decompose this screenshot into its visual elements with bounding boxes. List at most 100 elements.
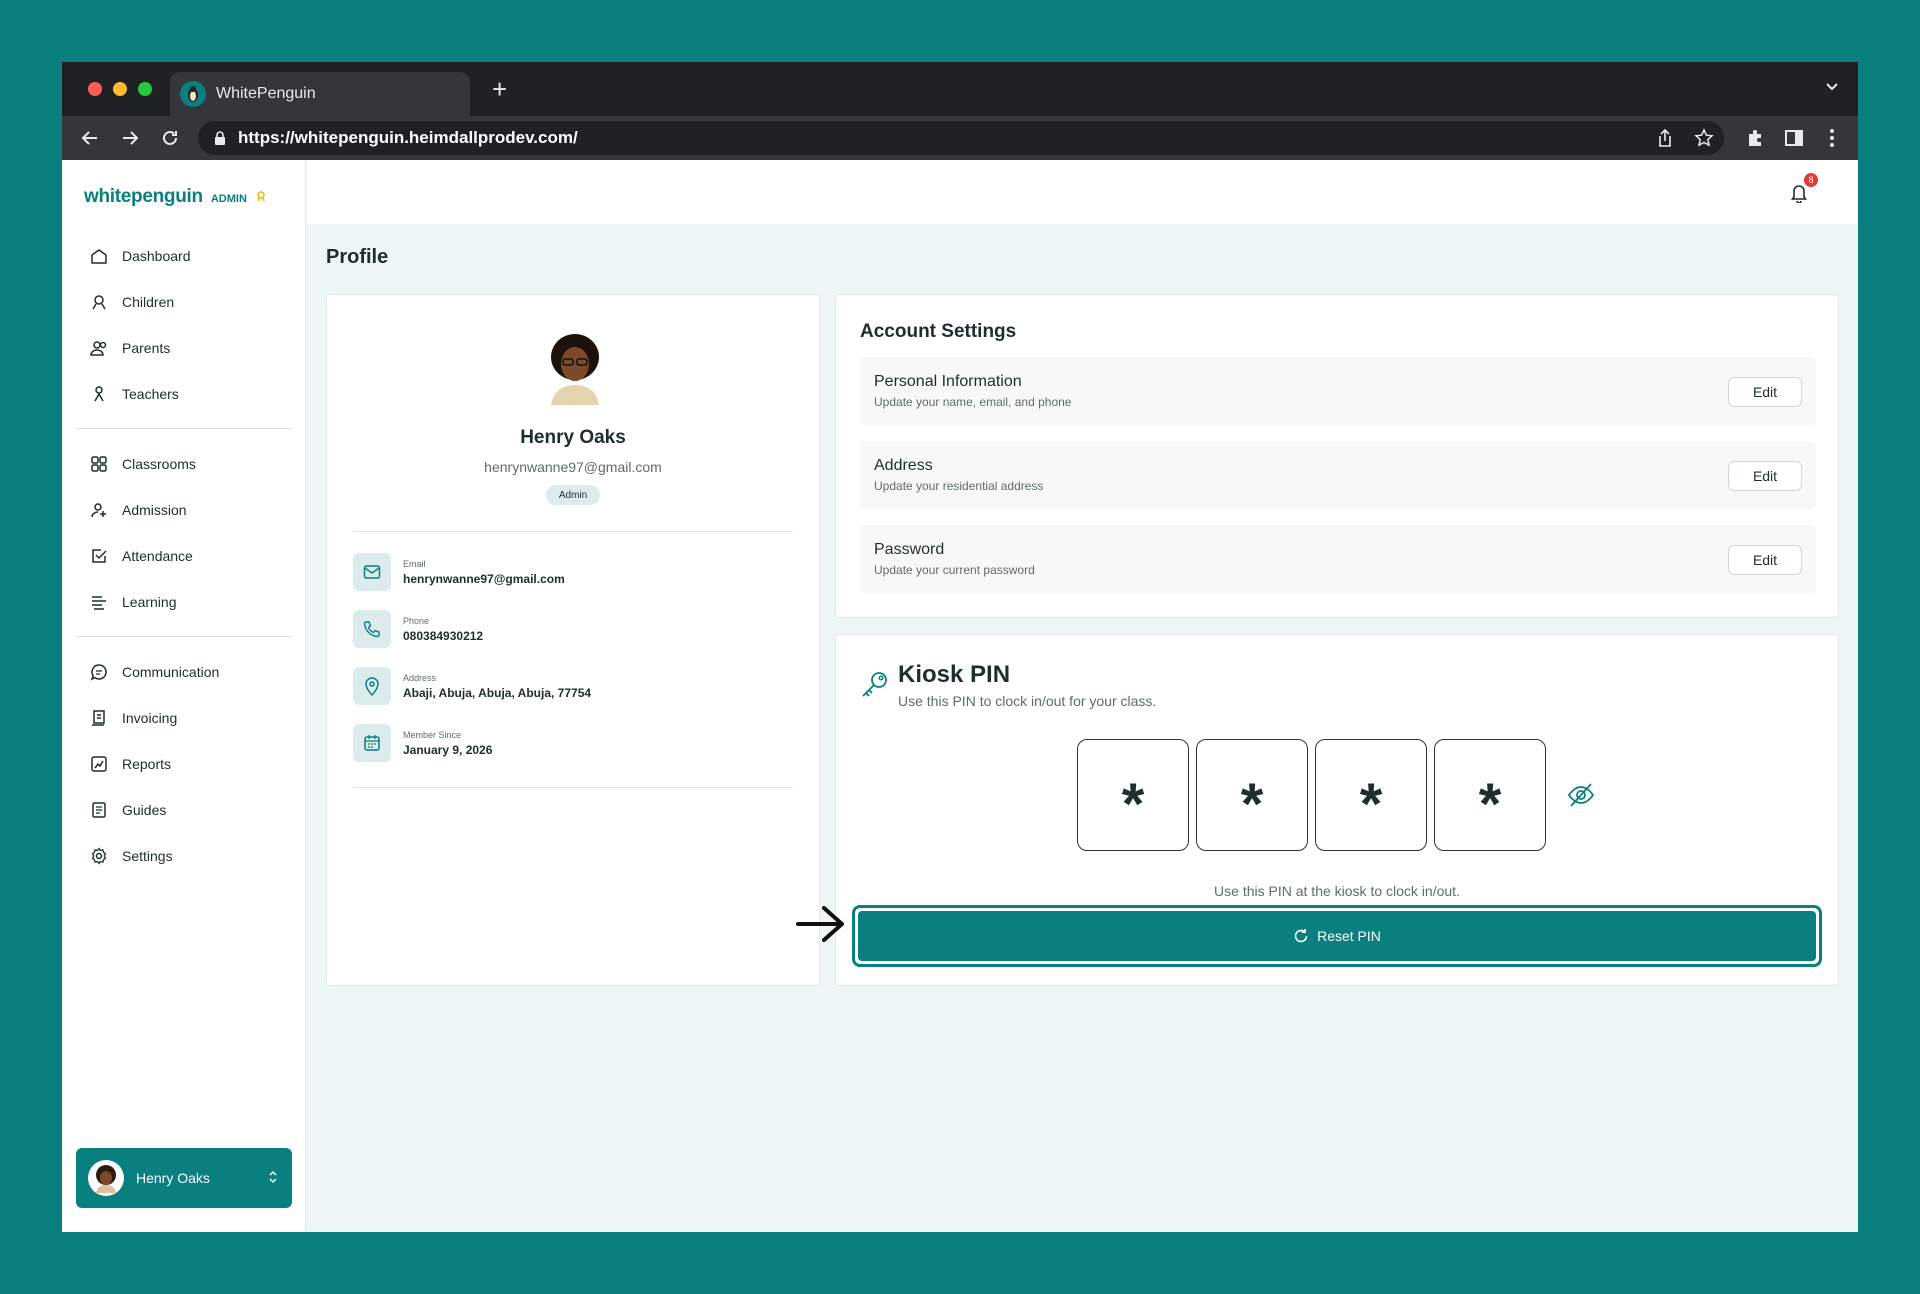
admin-badge-icon	[257, 191, 265, 202]
sidebar-item-label: Children	[122, 294, 175, 310]
sidebar-item-label: Dashboard	[122, 248, 191, 264]
dashboard-icon	[91, 249, 107, 264]
setting-row-title: Password	[874, 541, 945, 558]
communication-icon	[90, 664, 107, 681]
pin-digit-3[interactable]: *	[1315, 739, 1427, 851]
info-value: henrynwanne97@gmail.com	[403, 571, 565, 586]
side-panel-icon[interactable]	[1780, 124, 1808, 152]
profile-card: Henry Oaks henrynwanne97@gmail.com Admin…	[326, 294, 820, 986]
extensions-puzzle-icon[interactable]	[1742, 124, 1770, 152]
tab-bar: WhitePenguin +	[62, 62, 1858, 116]
invoicing-icon	[92, 710, 105, 726]
sidebar-item-attendance[interactable]: Attendance	[90, 542, 193, 570]
setting-row-title: Personal Information	[874, 373, 1022, 390]
sidebar-item-teachers[interactable]: Teachers	[90, 380, 179, 408]
profile-avatar	[545, 333, 605, 405]
info-label: Email	[403, 558, 426, 569]
edit-address-button[interactable]: Edit	[1728, 461, 1802, 491]
setting-row-password: Password Update your current password Ed…	[860, 525, 1816, 593]
info-member-since: Member Since January 9, 2026	[353, 724, 492, 762]
pin-note: Use this PIN at the kiosk to clock in/ou…	[1214, 883, 1460, 899]
window-controls	[88, 82, 152, 96]
minimize-window-button[interactable]	[113, 82, 127, 96]
settings-icon	[91, 847, 107, 865]
sidebar-item-communication[interactable]: Communication	[90, 658, 219, 686]
eye-off-icon[interactable]	[1566, 780, 1596, 815]
sidebar-item-settings[interactable]: Settings	[90, 842, 173, 870]
info-label: Address	[403, 672, 437, 683]
close-window-button[interactable]	[88, 82, 102, 96]
sidebar-item-label: Classrooms	[122, 456, 196, 472]
parents-icon	[90, 341, 107, 356]
sidebar-item-dashboard[interactable]: Dashboard	[90, 242, 191, 270]
sidebar-item-children[interactable]: Children	[90, 288, 174, 316]
sidebar-item-learning[interactable]: Learning	[90, 588, 177, 616]
user-switcher[interactable]: Henry Oaks	[76, 1148, 292, 1208]
sidebar-divider	[76, 636, 292, 637]
sidebar-item-label: Admission	[122, 502, 187, 518]
classrooms-icon	[91, 456, 107, 472]
forward-arrow-icon[interactable]	[116, 124, 144, 152]
attendance-icon	[92, 549, 107, 563]
phone-icon	[353, 610, 391, 648]
more-menu-icon[interactable]	[1818, 124, 1846, 152]
brand[interactable]: whitepenguin ADMIN	[84, 186, 267, 208]
pin-digit-2[interactable]: *	[1196, 739, 1308, 851]
sidebar-item-label: Settings	[122, 848, 173, 864]
address-bar[interactable]: https://whitepenguin.heimdallprodev.com/	[198, 121, 1724, 155]
edit-password-button[interactable]: Edit	[1728, 545, 1802, 575]
info-value: 080384930212	[403, 628, 484, 643]
reset-pin-button[interactable]: Reset PIN	[858, 911, 1816, 961]
browser-window: WhitePenguin + https://whitepenguin.heim…	[62, 62, 1858, 1232]
tab-search-chevron-icon[interactable]	[1824, 78, 1840, 99]
bookmark-star-icon[interactable]	[1694, 128, 1714, 153]
kiosk-pin-subtitle: Use this PIN to clock in/out for your cl…	[898, 693, 1157, 709]
notifications-button[interactable]: 8	[1786, 173, 1818, 206]
reload-icon[interactable]	[156, 124, 184, 152]
sidebar-item-admission[interactable]: Admission	[90, 496, 187, 524]
account-settings-card: Account Settings Personal Information Up…	[835, 294, 1839, 618]
edit-personal-information-button[interactable]: Edit	[1728, 377, 1802, 407]
info-label: Phone	[403, 615, 430, 626]
info-email: Email henrynwanne97@gmail.com	[353, 553, 565, 591]
browser-tab[interactable]: WhitePenguin	[170, 72, 470, 116]
setting-row-subtitle: Update your residential address	[874, 479, 1044, 493]
pointer-arrow-icon	[796, 906, 844, 942]
reports-icon	[91, 756, 107, 772]
avatar	[88, 1160, 124, 1196]
location-pin-icon	[353, 667, 391, 705]
browser-toolbar: https://whitepenguin.heimdallprodev.com/	[62, 116, 1858, 160]
account-settings-title: Account Settings	[860, 321, 1017, 342]
favicon-icon	[180, 81, 206, 107]
sidebar-item-reports[interactable]: Reports	[90, 750, 171, 778]
sidebar-item-label: Invoicing	[122, 710, 178, 726]
guides-icon	[92, 802, 106, 818]
back-arrow-icon[interactable]	[76, 124, 104, 152]
sidebar-item-parents[interactable]: Parents	[90, 334, 170, 362]
sidebar-item-guides[interactable]: Guides	[90, 796, 166, 824]
profile-divider	[353, 531, 793, 532]
pin-digit-4[interactable]: *	[1434, 739, 1546, 851]
sidebar-item-label: Communication	[122, 664, 220, 680]
share-icon[interactable]	[1656, 128, 1674, 153]
key-icon	[860, 669, 890, 704]
lock-icon	[215, 131, 225, 145]
page-title: Profile	[326, 246, 389, 268]
pin-digit-1[interactable]: *	[1077, 739, 1189, 851]
sidebar-item-classrooms[interactable]: Classrooms	[90, 450, 196, 478]
refresh-icon	[1294, 929, 1308, 943]
sidebar-item-label: Teachers	[122, 386, 179, 402]
sidebar-item-label: Reports	[122, 756, 172, 772]
reset-pin-focus-ring: Reset PIN	[852, 905, 1822, 967]
info-value: Abaji, Abuja, Abuja, Abuja, 77754	[403, 685, 592, 700]
kiosk-pin-title: Kiosk PIN	[898, 661, 1011, 688]
sidebar-item-invoicing[interactable]: Invoicing	[90, 704, 177, 732]
children-icon	[92, 295, 106, 310]
new-tab-plus-icon[interactable]: +	[492, 74, 507, 105]
bell-icon	[1790, 185, 1808, 203]
setting-row-personal-information: Personal Information Update your name, e…	[860, 357, 1816, 425]
profile-divider	[353, 787, 793, 788]
admission-icon	[91, 503, 106, 518]
brand-logo: whitepenguin	[84, 186, 203, 207]
maximize-window-button[interactable]	[138, 82, 152, 96]
